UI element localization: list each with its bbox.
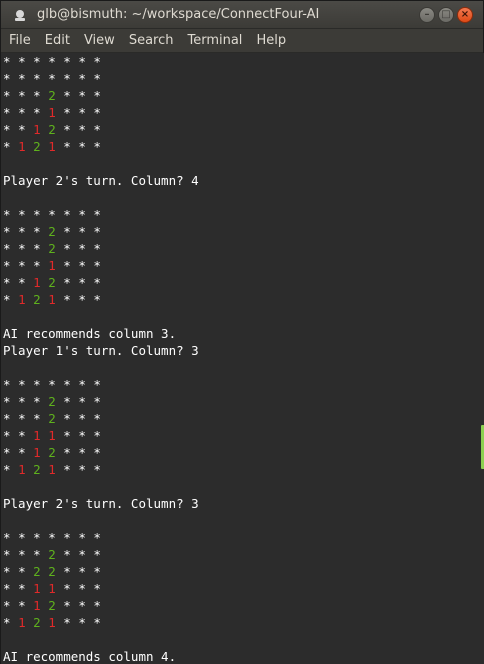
window-controls: – □ × — [419, 7, 473, 23]
board-row: * * * 2 * * * — [3, 241, 101, 256]
board-row: * * 1 1 * * * — [3, 581, 101, 596]
terminal-app-icon — [13, 8, 27, 22]
window-title: glb@bismuth: ~/workspace/ConnectFour-AI — [37, 7, 320, 22]
menu-view[interactable]: View — [78, 33, 121, 48]
board-row: * * * * * * * — [3, 207, 101, 222]
menu-file[interactable]: File — [3, 33, 37, 48]
board-row: * * * 2 * * * — [3, 224, 101, 239]
minimize-button[interactable]: – — [419, 7, 435, 23]
menu-edit[interactable]: Edit — [39, 33, 76, 48]
terminal-line: Player 2's turn. Column? 3 — [3, 496, 199, 511]
terminal-line: Player 2's turn. Column? 4 — [3, 173, 199, 188]
board-row: * * * 2 * * * — [3, 411, 101, 426]
board-row: * * * 2 * * * — [3, 88, 101, 103]
board-row: * * 1 2 * * * — [3, 275, 101, 290]
menu-terminal[interactable]: Terminal — [181, 33, 248, 48]
terminal-output[interactable]: * * * * * * * * * * * * * * * * * 2 * * * *… — [1, 53, 484, 664]
board-row: * 1 2 1 * * * — [3, 462, 101, 477]
board-row: * * * * * * * — [3, 530, 101, 545]
board-row: * * 2 2 * * * — [3, 564, 101, 579]
board-row: * * 1 1 * * * — [3, 428, 101, 443]
terminal-line: AI recommends column 4. — [3, 649, 177, 664]
board-row: * * * 2 * * * — [3, 394, 101, 409]
board-row: * * * * * * * — [3, 71, 101, 86]
board-row: * * * 1 * * * — [3, 105, 101, 120]
terminal-line: AI recommends column 3. — [3, 326, 177, 341]
board-row: * 1 2 1 * * * — [3, 292, 101, 307]
board-row: * * * * * * * — [3, 54, 101, 69]
board-row: * * 1 2 * * * — [3, 445, 101, 460]
board-row: * * 1 2 * * * — [3, 122, 101, 137]
close-button[interactable]: × — [457, 7, 473, 23]
title-bar[interactable]: glb@bismuth: ~/workspace/ConnectFour-AI … — [1, 1, 483, 29]
board-row: * * 1 2 * * * — [3, 598, 101, 613]
menu-bar: File Edit View Search Terminal Help — [1, 29, 483, 53]
terminal-lines: * * * * * * * * * * * * * * * * * 2 * * * *… — [3, 53, 199, 664]
board-row: * 1 2 1 * * * — [3, 615, 101, 630]
board-row: * * * * * * * — [3, 377, 101, 392]
board-row: * 1 2 1 * * * — [3, 139, 101, 154]
menu-help[interactable]: Help — [250, 33, 292, 48]
menu-search[interactable]: Search — [123, 33, 180, 48]
terminal-line: Player 1's turn. Column? 3 — [3, 343, 199, 358]
maximize-button[interactable]: □ — [438, 7, 454, 23]
board-row: * * * 2 * * * — [3, 547, 101, 562]
terminal-window: glb@bismuth: ~/workspace/ConnectFour-AI … — [0, 0, 484, 664]
board-row: * * * 1 * * * — [3, 258, 101, 273]
